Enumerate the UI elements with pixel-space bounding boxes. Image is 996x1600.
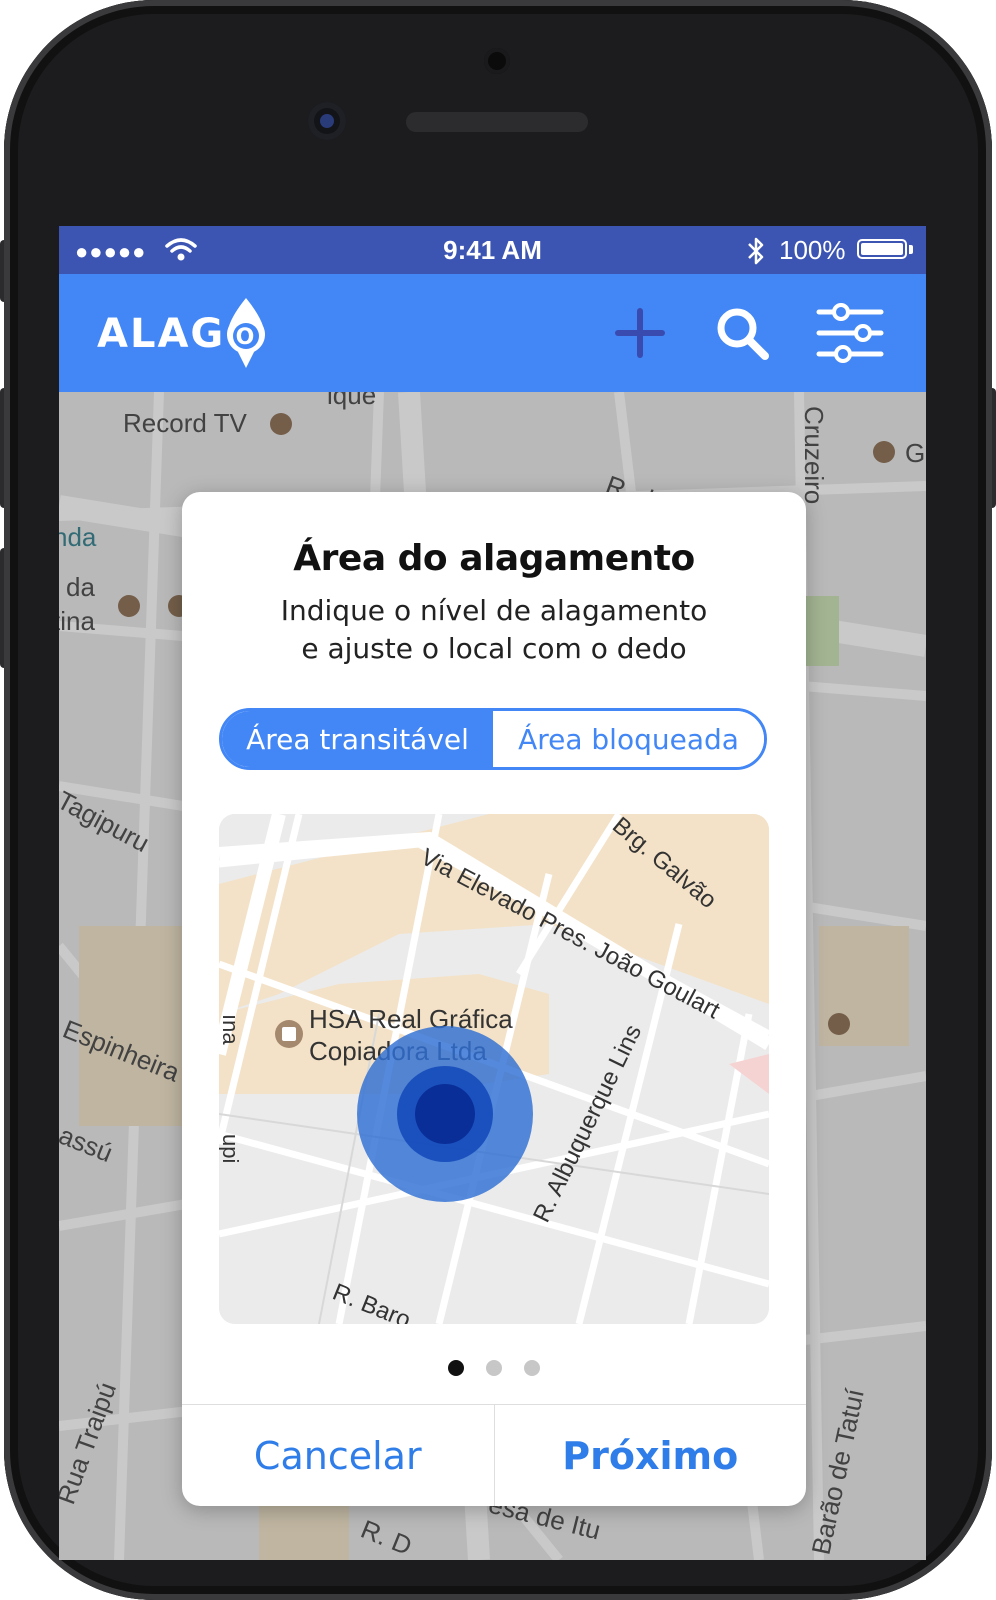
logo-o: O <box>236 325 257 350</box>
page-dot[interactable] <box>486 1360 502 1376</box>
area-type-segmented-control: Área transitável Área bloqueada <box>219 708 767 770</box>
flood-area-dialog: Área do alagamento Indique o nível de al… <box>182 492 806 1506</box>
water-drop-pin-icon: O <box>227 298 266 368</box>
battery-icon <box>857 239 907 259</box>
add-icon[interactable] <box>611 304 669 362</box>
app-logo[interactable]: ALAG O <box>97 296 269 372</box>
map-street-label: ına <box>219 1014 243 1045</box>
dialog-actions: Cancelar Próximo <box>182 1404 806 1506</box>
cancel-button[interactable]: Cancelar <box>182 1405 494 1506</box>
status-bar: ●●●●● 9:41 AM 100% <box>59 226 926 274</box>
segment-passable-area[interactable]: Área transitável <box>222 711 493 767</box>
app-bar: ALAG O <box>59 274 926 392</box>
screen: Record TV ique R. d Cruzeiro G nda l da … <box>59 226 926 1560</box>
flood-area-center-handle[interactable] <box>415 1084 475 1144</box>
earpiece-speaker <box>406 112 588 132</box>
page-dot[interactable] <box>448 1360 464 1376</box>
subtitle-line-1: Indique o nível de alagamento <box>280 594 708 627</box>
page-indicator <box>182 1360 806 1376</box>
logo-text: ALAG <box>97 311 226 357</box>
battery-percentage: 100% <box>779 235 846 265</box>
location-map[interactable]: Via Elevado Pres. João Goulart Brg. Galv… <box>219 814 769 1324</box>
battery-tip <box>909 245 913 254</box>
segment-blocked-area[interactable]: Área bloqueada <box>493 711 764 767</box>
map-street-label: upi <box>219 1134 243 1163</box>
front-camera <box>308 102 346 140</box>
poi-label-line-1: HSA Real Gráfica <box>309 1004 513 1034</box>
dialog-title: Área do alagamento <box>293 538 695 579</box>
dialog-subtitle: Indique o nível de alagamento e ajuste o… <box>222 592 766 668</box>
next-button[interactable]: Próximo <box>493 1405 807 1506</box>
poi-icon-inner <box>282 1027 296 1041</box>
phone-frame: Record TV ique R. d Cruzeiro G nda l da … <box>0 0 996 1600</box>
page-dot[interactable] <box>524 1360 540 1376</box>
bluetooth-icon <box>748 237 764 265</box>
proximity-sensor <box>484 48 510 74</box>
filter-sliders-icon[interactable] <box>815 300 885 366</box>
subtitle-line-2: e ajuste o local com o dedo <box>301 632 687 665</box>
search-icon[interactable] <box>713 304 771 362</box>
